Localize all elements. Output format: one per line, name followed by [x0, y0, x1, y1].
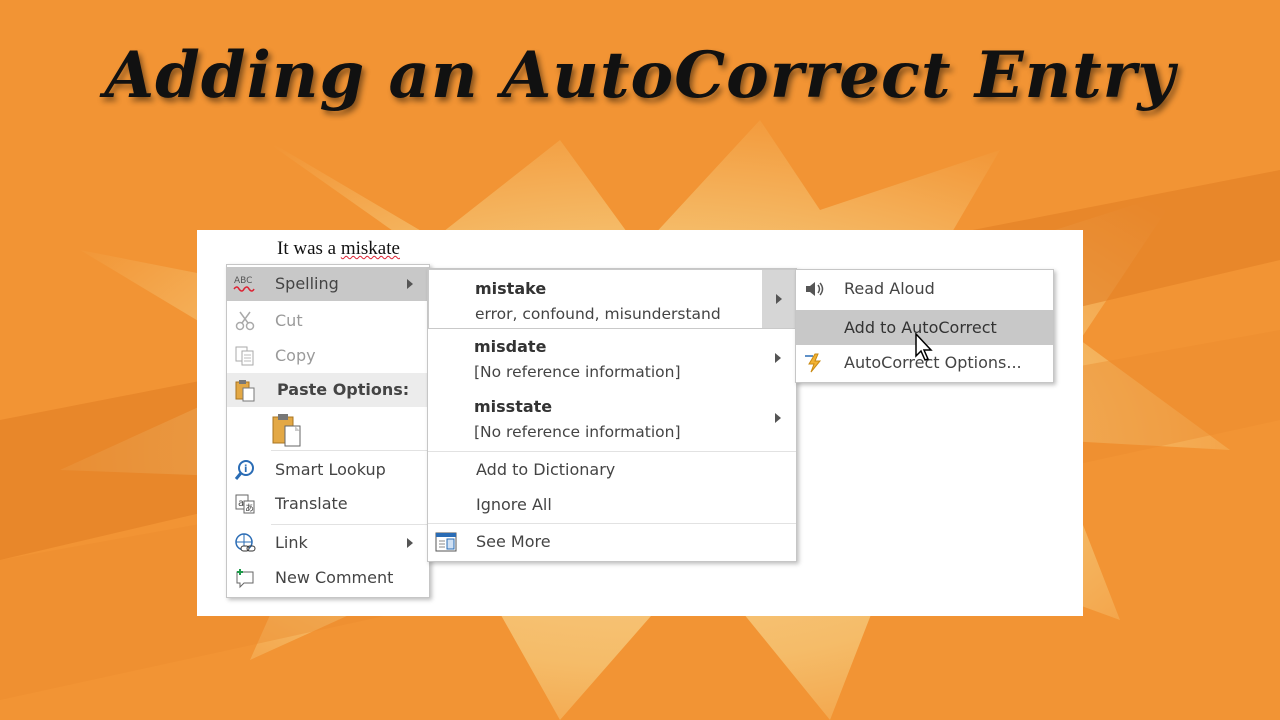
suggestion-synonyms: [No reference information] [474, 363, 681, 381]
menu-item-link[interactable]: Link [227, 526, 429, 560]
menu-divider [271, 450, 429, 451]
menu-item-ignore-all[interactable]: Ignore All [428, 488, 796, 522]
document-text[interactable]: It was a miskate [277, 238, 400, 260]
svg-text:i: i [244, 464, 247, 475]
read-aloud-label: Read Aloud [844, 279, 935, 298]
svg-text:ABC: ABC [234, 276, 252, 286]
chevron-right-icon [776, 294, 782, 304]
menu-item-see-more[interactable]: See More [428, 525, 796, 559]
chevron-right-icon [775, 413, 781, 423]
menu-item-cut[interactable]: Cut [227, 304, 429, 338]
paste-icon [272, 414, 301, 447]
menu-divider [271, 524, 429, 525]
link-icon [233, 531, 257, 555]
copy-icon [233, 344, 257, 368]
chevron-right-icon [775, 353, 781, 363]
suggestion-synonyms: [No reference information] [474, 423, 681, 441]
menu-item-smart-lookup[interactable]: i Smart Lookup [227, 453, 429, 487]
slide-title: Adding an AutoCorrect Entry [104, 38, 1176, 113]
translate-icon: aあ [233, 492, 257, 516]
menu-divider [428, 451, 796, 452]
suggestion-word: mistake [475, 279, 547, 298]
add-to-dictionary-label: Add to Dictionary [476, 460, 616, 479]
suggestion-word: misstate [474, 397, 553, 416]
menu-item-new-comment[interactable]: New Comment [227, 561, 429, 595]
context-menu: ABC Spelling Cut Copy Paste Options: i S… [226, 264, 430, 598]
suggestion-word: misdate [474, 337, 547, 356]
smart-lookup-label: Smart Lookup [275, 460, 386, 479]
see-more-label: See More [476, 532, 551, 551]
suggestion-arrow-button[interactable] [762, 270, 796, 328]
suggestion-item[interactable]: misdate [No reference information] [428, 331, 796, 389]
speaker-icon [802, 277, 826, 301]
suggestion-item[interactable]: misstate [No reference information] [428, 391, 796, 449]
menu-item-add-to-dictionary[interactable]: Add to Dictionary [428, 453, 796, 487]
svg-text:a: a [238, 498, 244, 509]
suggestion-submenu: Read Aloud Add to AutoCorrect AutoCorrec… [795, 269, 1054, 383]
scissors-icon [233, 309, 257, 333]
suggestion-item[interactable]: mistake error, confound, misunderstand [428, 269, 796, 329]
smart-lookup-icon: i [233, 458, 257, 482]
ignore-all-label: Ignore All [476, 495, 552, 514]
translate-label: Translate [275, 494, 348, 513]
menu-item-read-aloud[interactable]: Read Aloud [796, 272, 1053, 306]
comment-icon [233, 566, 257, 590]
link-label: Link [275, 533, 308, 552]
text-prefix: It was a [277, 238, 341, 259]
menu-item-translate[interactable]: aあ Translate [227, 487, 429, 521]
mouse-cursor-icon [915, 333, 933, 361]
see-more-icon [434, 530, 458, 554]
chevron-right-icon [407, 279, 413, 289]
copy-label: Copy [275, 346, 316, 365]
menu-item-copy[interactable]: Copy [227, 339, 429, 373]
svg-text:あ: あ [245, 503, 254, 514]
paste-keep-formatting-button[interactable] [269, 410, 309, 450]
spelling-submenu: mistake error, confound, misunderstand m… [427, 268, 797, 562]
chevron-right-icon [407, 538, 413, 548]
clipboard-icon [233, 378, 257, 402]
paste-options-header: Paste Options: [227, 373, 429, 407]
abc-spelling-icon: ABC [233, 272, 257, 296]
menu-item-spelling[interactable]: ABC Spelling [227, 267, 429, 301]
misspelled-word[interactable]: miskate [341, 238, 400, 259]
new-comment-label: New Comment [275, 568, 394, 587]
spelling-label: Spelling [275, 274, 339, 293]
paste-options-label: Paste Options: [277, 380, 410, 399]
suggestion-synonyms: error, confound, misunderstand [475, 305, 721, 323]
autocorrect-lightning-icon [802, 351, 826, 375]
cut-label: Cut [275, 311, 303, 330]
menu-divider [428, 523, 796, 524]
